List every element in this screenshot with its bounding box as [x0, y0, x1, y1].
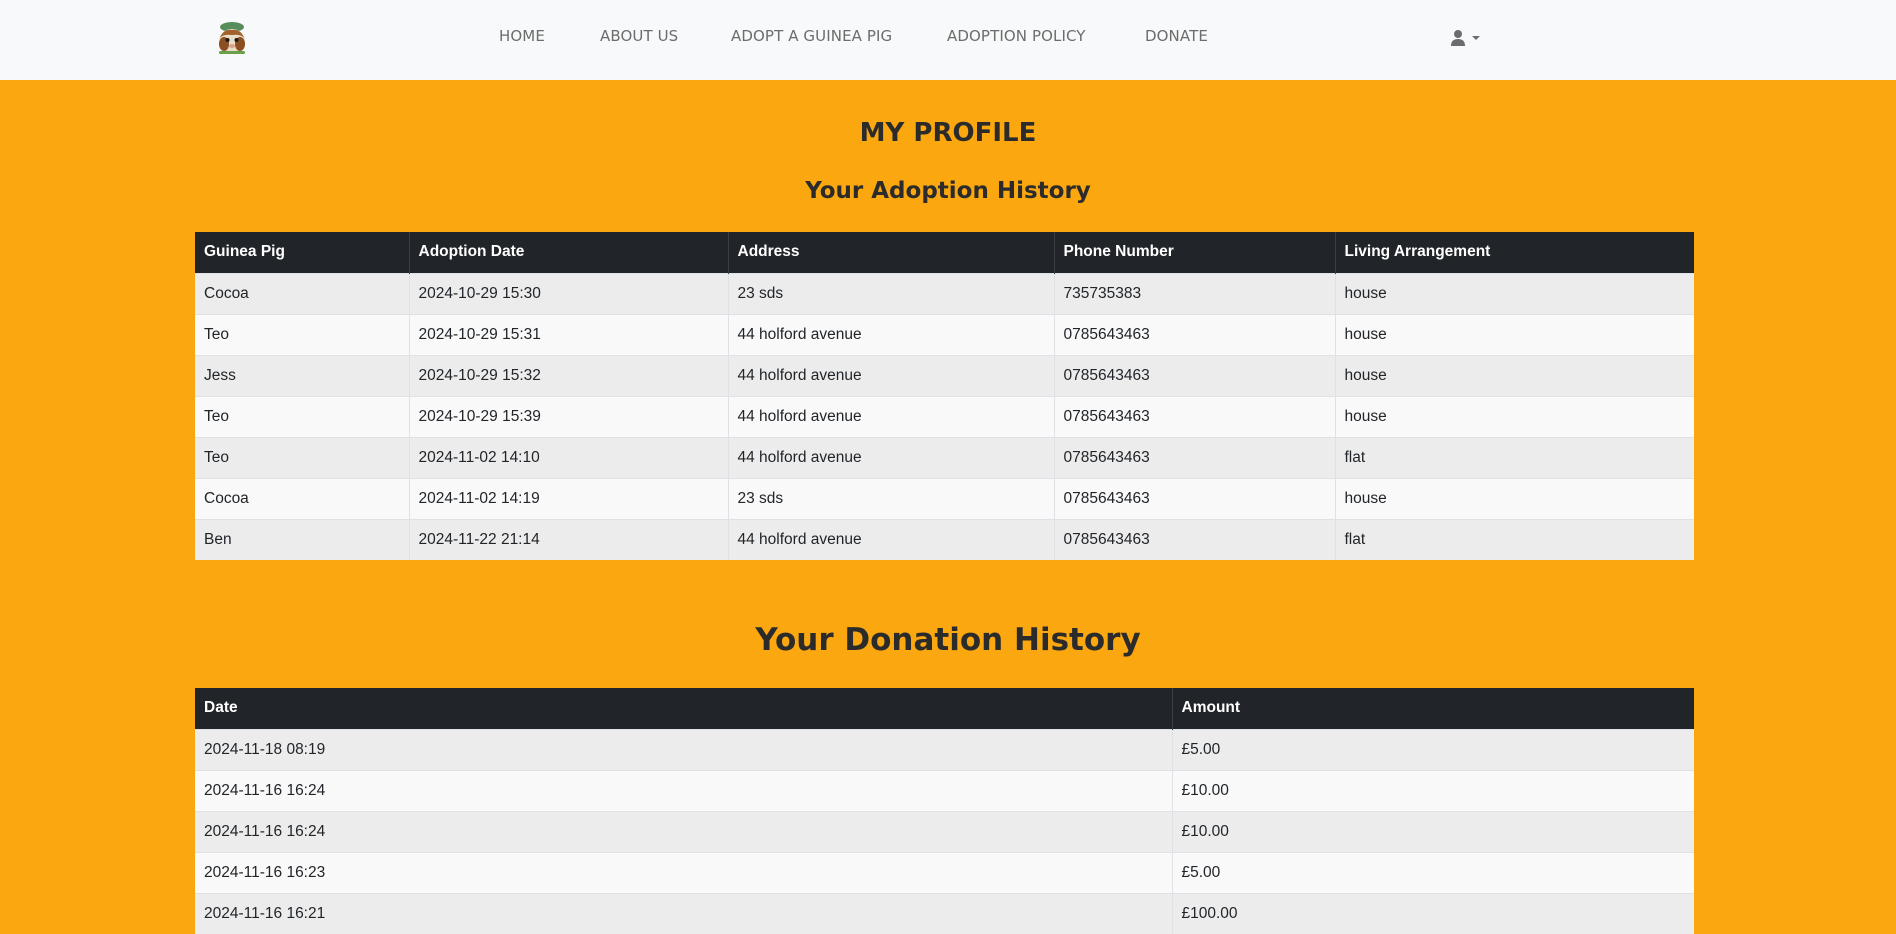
cell-amount: £5.00 — [1172, 851, 1694, 893]
nav-adoption-policy[interactable]: ADOPTION POLICY — [947, 27, 1086, 45]
table-row: 2024-11-16 16:21 £100.00 — [195, 892, 1694, 934]
nav-links: HOME ABOUT US ADOPT A GUINEA PIG ADOPTIO… — [0, 27, 1896, 49]
cell-adoption-date: 2024-11-22 21:14 — [409, 518, 729, 560]
cell-adoption-date: 2024-10-29 15:32 — [409, 354, 729, 396]
table-row: Jess 2024-10-29 15:32 44 holford avenue … — [195, 354, 1694, 396]
column-header-date: Date — [195, 688, 1173, 729]
cell-date: 2024-11-16 16:23 — [195, 851, 1173, 893]
cell-amount: £100.00 — [1172, 892, 1694, 934]
cell-phone-number: 0785643463 — [1054, 313, 1336, 355]
cell-guinea-pig: Cocoa — [195, 477, 410, 519]
cell-adoption-date: 2024-10-29 15:39 — [409, 395, 729, 437]
cell-date: 2024-11-16 16:24 — [195, 810, 1173, 852]
cell-address: 44 holford avenue — [728, 354, 1055, 396]
cell-guinea-pig: Teo — [195, 395, 410, 437]
cell-address: 44 holford avenue — [728, 395, 1055, 437]
cell-amount: £10.00 — [1172, 769, 1694, 811]
table-row: 2024-11-18 08:19 £5.00 — [195, 728, 1694, 770]
table-row: Teo 2024-10-29 15:31 44 holford avenue 0… — [195, 313, 1694, 355]
cell-living-arrangement: flat — [1335, 436, 1694, 478]
nav-about-us[interactable]: ABOUT US — [600, 27, 678, 45]
table-header-row: Date Amount — [195, 688, 1694, 729]
nav-adopt-a-guinea-pig[interactable]: ADOPT A GUINEA PIG — [731, 27, 892, 45]
cell-living-arrangement: house — [1335, 272, 1694, 314]
cell-living-arrangement: house — [1335, 313, 1694, 355]
user-icon — [1451, 30, 1465, 46]
nav-home[interactable]: HOME — [499, 27, 545, 45]
page-title: MY PROFILE — [859, 118, 1037, 148]
cell-adoption-date: 2024-10-29 15:31 — [409, 313, 729, 355]
cell-address: 44 holford avenue — [728, 313, 1055, 355]
cell-living-arrangement: house — [1335, 477, 1694, 519]
table-row: 2024-11-16 16:24 £10.00 — [195, 810, 1694, 852]
cell-living-arrangement: house — [1335, 395, 1694, 437]
table-row: 2024-11-16 16:23 £5.00 — [195, 851, 1694, 893]
donation-history-table: Date Amount 2024-11-18 08:19 £5.00 2024-… — [195, 688, 1694, 934]
caret-down-icon — [1472, 36, 1480, 40]
cell-phone-number: 0785643463 — [1054, 518, 1336, 560]
table-row: Ben 2024-11-22 21:14 44 holford avenue 0… — [195, 518, 1694, 560]
column-header-living-arrangement: Living Arrangement — [1335, 232, 1694, 273]
cell-address: 44 holford avenue — [728, 436, 1055, 478]
table-row: 2024-11-16 16:24 £10.00 — [195, 769, 1694, 811]
table-header-row: Guinea Pig Adoption Date Address Phone N… — [195, 232, 1694, 273]
cell-phone-number: 735735383 — [1054, 272, 1336, 314]
cell-address: 23 sds — [728, 477, 1055, 519]
cell-date: 2024-11-18 08:19 — [195, 728, 1173, 770]
column-header-adoption-date: Adoption Date — [409, 232, 729, 273]
cell-living-arrangement: house — [1335, 354, 1694, 396]
cell-phone-number: 0785643463 — [1054, 354, 1336, 396]
table-row: Cocoa 2024-11-02 14:19 23 sds 0785643463… — [195, 477, 1694, 519]
nav-donate[interactable]: DONATE — [1145, 27, 1208, 45]
table-row: Teo 2024-11-02 14:10 44 holford avenue 0… — [195, 436, 1694, 478]
cell-guinea-pig: Teo — [195, 436, 410, 478]
cell-guinea-pig: Jess — [195, 354, 410, 396]
cell-address: 23 sds — [728, 272, 1055, 314]
table-row: Cocoa 2024-10-29 15:30 23 sds 735735383 … — [195, 272, 1694, 314]
cell-adoption-date: 2024-10-29 15:30 — [409, 272, 729, 314]
cell-phone-number: 0785643463 — [1054, 477, 1336, 519]
navbar: HOME ABOUT US ADOPT A GUINEA PIG ADOPTIO… — [0, 0, 1896, 80]
column-header-address: Address — [728, 232, 1055, 273]
cell-date: 2024-11-16 16:21 — [195, 892, 1173, 934]
cell-amount: £10.00 — [1172, 810, 1694, 852]
user-dropdown-toggle[interactable] — [1450, 27, 1486, 49]
cell-phone-number: 0785643463 — [1054, 436, 1336, 478]
cell-guinea-pig: Teo — [195, 313, 410, 355]
donation-history-title: Your Donation History — [755, 622, 1141, 658]
cell-adoption-date: 2024-11-02 14:19 — [409, 477, 729, 519]
cell-phone-number: 0785643463 — [1054, 395, 1336, 437]
cell-guinea-pig: Cocoa — [195, 272, 410, 314]
cell-date: 2024-11-16 16:24 — [195, 769, 1173, 811]
cell-guinea-pig: Ben — [195, 518, 410, 560]
adoption-history-title: Your Adoption History — [805, 178, 1091, 204]
adoption-history-table: Guinea Pig Adoption Date Address Phone N… — [195, 232, 1694, 560]
cell-living-arrangement: flat — [1335, 518, 1694, 560]
column-header-phone-number: Phone Number — [1054, 232, 1336, 273]
column-header-amount: Amount — [1172, 688, 1694, 729]
table-row: Teo 2024-10-29 15:39 44 holford avenue 0… — [195, 395, 1694, 437]
column-header-guinea-pig: Guinea Pig — [195, 232, 410, 273]
cell-adoption-date: 2024-11-02 14:10 — [409, 436, 729, 478]
cell-address: 44 holford avenue — [728, 518, 1055, 560]
cell-amount: £5.00 — [1172, 728, 1694, 770]
